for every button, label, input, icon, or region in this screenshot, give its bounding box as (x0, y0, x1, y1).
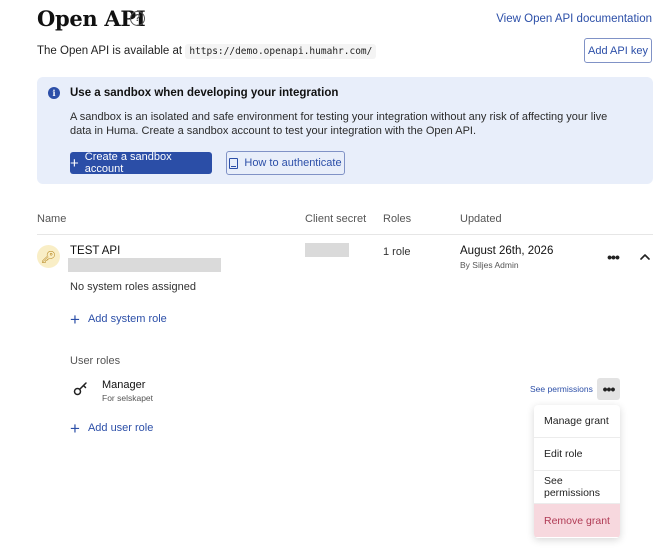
create-sandbox-label: Create a sandbox account (84, 151, 172, 175)
key-icon: 🔑︎ (37, 245, 60, 268)
api-roles-count: 1 role (383, 246, 411, 258)
plus-icon: + (70, 309, 80, 329)
more-horizontal-icon: ••• (602, 381, 616, 397)
add-system-role-label: Add system role (87, 313, 167, 325)
menu-item-see-permissions[interactable]: See permissions (534, 471, 620, 504)
add-user-role-label: Add user role (87, 422, 154, 434)
updated-by: By Siljes Admin (460, 260, 519, 270)
header-divider (37, 234, 653, 235)
banner-text: A sandbox is an isolated and safe enviro… (70, 111, 608, 137)
user-role-subtitle: For selskapet (102, 393, 154, 403)
book-icon (229, 157, 239, 169)
plus-icon: + (70, 154, 79, 172)
user-role-more-options-button[interactable]: ••• (597, 378, 620, 400)
availability-prefix: The Open API is available at (37, 45, 183, 57)
view-documentation-link[interactable]: View Open API documentation (496, 13, 652, 25)
menu-item-manage-grant[interactable]: Manage grant (534, 405, 620, 438)
user-role-name: Manager (102, 379, 146, 391)
api-more-options-button[interactable]: ••• (603, 249, 623, 265)
api-name: TEST API (70, 245, 121, 257)
create-sandbox-button[interactable]: + Create a sandbox account (70, 151, 212, 175)
api-id-placeholder (68, 258, 221, 272)
banner-title: Use a sandbox when developing your integ… (70, 87, 339, 99)
more-horizontal-icon: ••• (607, 249, 620, 265)
see-permissions-link[interactable]: See permissions (530, 384, 593, 394)
column-header-client-secret: Client secret (305, 213, 367, 225)
how-to-authenticate-label: How to authenticate (244, 157, 342, 169)
column-header-updated: Updated (460, 213, 502, 225)
role-context-menu: Manage grant Edit role See permissions R… (534, 405, 620, 538)
sandbox-banner: i Use a sandbox when developing your int… (37, 77, 653, 184)
client-secret-placeholder (305, 243, 349, 257)
add-user-role-button[interactable]: + Add user role (70, 418, 154, 438)
column-header-roles: Roles (383, 213, 412, 225)
user-roles-heading: User roles (70, 355, 121, 367)
plus-icon: + (70, 418, 80, 438)
menu-item-edit-role[interactable]: Edit role (534, 438, 620, 471)
no-system-roles-text: No system roles assigned (70, 281, 196, 293)
question-circle-icon[interactable]: ? (130, 11, 145, 26)
add-system-role-button[interactable]: + Add system role (70, 309, 167, 329)
add-api-key-button[interactable]: Add API key (584, 38, 652, 63)
key-icon (73, 382, 87, 396)
updated-date: August 26th, 2026 (460, 245, 554, 257)
info-icon: i (48, 87, 60, 99)
availability-text: The Open API is available at https://dem… (37, 44, 377, 59)
api-url: https://demo.openapi.humahr.com/ (185, 44, 377, 59)
menu-item-remove-grant[interactable]: Remove grant (534, 504, 620, 537)
how-to-authenticate-button[interactable]: How to authenticate (226, 151, 345, 175)
column-header-name: Name (37, 213, 67, 225)
chevron-up-icon[interactable] (638, 250, 652, 264)
